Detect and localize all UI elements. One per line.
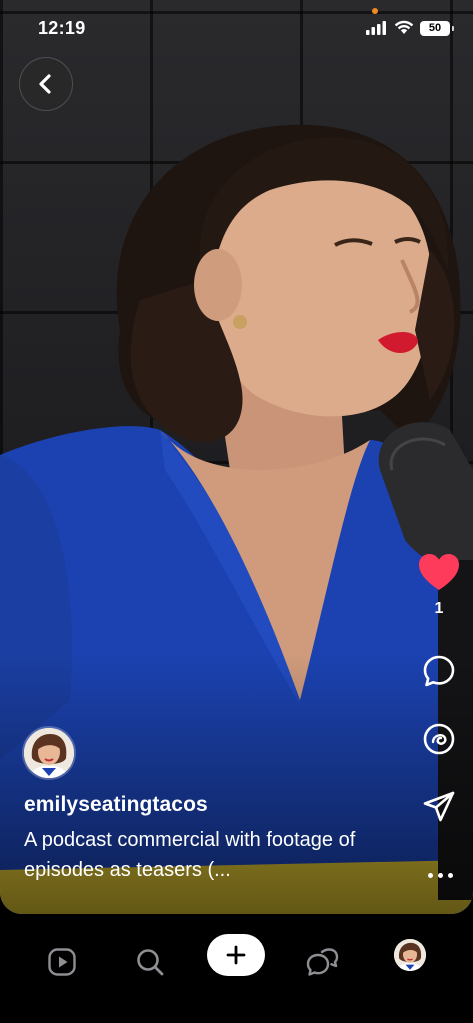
speech-bubble-icon[interactable] — [422, 654, 456, 688]
chevron-left-icon — [39, 74, 51, 94]
like-count[interactable]: 1 — [418, 600, 460, 618]
search-icon — [137, 949, 164, 976]
wifi-icon — [394, 20, 414, 34]
paper-plane-icon[interactable] — [422, 790, 456, 824]
nav-create-button[interactable] — [207, 934, 265, 976]
more-dots-icon — [437, 872, 443, 878]
nav-search-button[interactable] — [128, 940, 172, 984]
chat-bubbles-icon — [306, 948, 339, 976]
heart-icon[interactable] — [418, 553, 460, 593]
video-player[interactable]: 12:19 50 1 emilyseatingtacos A podcast c… — [0, 0, 473, 914]
profile-avatar-illustration — [394, 939, 426, 971]
back-button[interactable] — [19, 57, 73, 111]
nav-profile-avatar[interactable] — [394, 939, 426, 971]
post-caption[interactable]: A podcast commercial with footage of epi… — [24, 825, 394, 885]
play-square-icon — [48, 948, 76, 976]
avatar-illustration — [24, 728, 74, 778]
remix-icon[interactable] — [422, 722, 456, 756]
author-avatar[interactable] — [24, 728, 74, 778]
privacy-indicator-dot — [372, 8, 378, 14]
status-bar: 12:19 50 — [0, 0, 473, 56]
plus-icon — [226, 945, 246, 965]
nav-messages-button[interactable] — [300, 940, 344, 984]
battery-tip — [452, 26, 454, 31]
nav-home-button[interactable] — [40, 940, 84, 984]
cellular-signal-icon — [366, 21, 386, 35]
more-options-button[interactable] — [422, 860, 458, 890]
bottom-navigation — [0, 914, 473, 1023]
status-time: 12:19 — [38, 18, 86, 38]
more-dots-icon — [427, 872, 433, 878]
more-dots-icon — [447, 872, 453, 878]
author-username[interactable]: emilyseatingtacos — [24, 793, 208, 817]
battery-indicator: 50 — [420, 21, 450, 36]
